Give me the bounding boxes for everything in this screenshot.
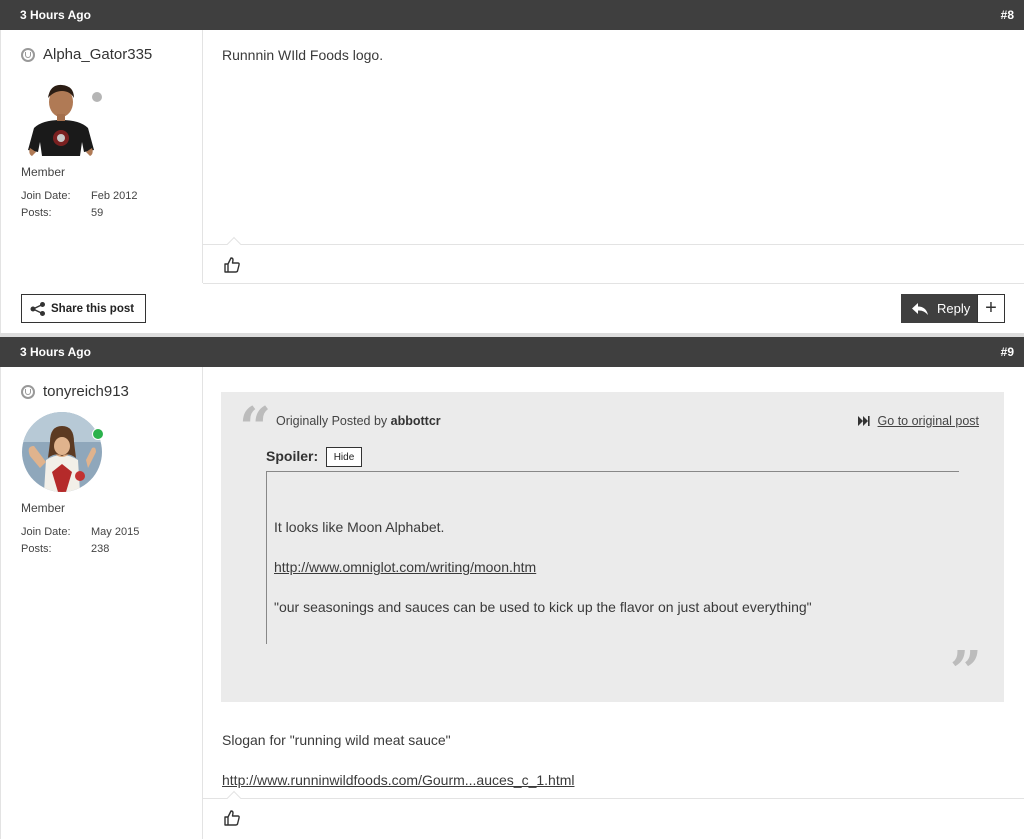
post-body: Runnnin WIld Foods logo. [222,47,384,63]
quote-author[interactable]: abbottcr [391,414,441,428]
post-number[interactable]: #8 [1001,8,1014,22]
share-icon [30,301,45,316]
spoiler-label: Spoiler: [266,448,319,464]
join-date-value: Feb 2012 [91,190,138,202]
originally-posted-by-label: Originally Posted by [276,414,388,428]
username[interactable]: Alpha_Gator335 [43,46,152,63]
join-date-value: May 2015 [91,526,140,538]
username[interactable]: tonyreich913 [43,383,129,400]
fast-forward-icon [857,416,870,426]
spoiler-hide-button[interactable]: Hide [326,447,362,467]
thumbs-up-icon[interactable] [223,809,241,830]
avatar-image [22,412,102,492]
quote-line: "our seasonings and sauces can be used t… [274,599,812,615]
user-meta: Join Date: May 2015 Posts: 238 [21,524,139,558]
online-indicator [92,428,104,440]
posts-count: 59 [91,207,104,219]
reply-icon [912,302,928,315]
join-date-label: Join Date: [21,190,71,202]
reply-label: Reply [937,301,971,316]
share-post-button[interactable]: Share this post [21,294,146,323]
post-header: 3 Hours Ago #8 [0,0,1024,30]
share-label: Share this post [51,302,135,315]
quote-link[interactable]: http://www.omniglot.com/writing/moon.htm [274,559,536,575]
user-status-icon [21,384,35,399]
join-date-label: Join Date: [21,526,71,538]
thumbs-up-icon[interactable] [223,256,241,277]
username-row: Alpha_Gator335 [21,46,152,63]
close-quote-icon: ” [949,639,982,705]
posts-label: Posts: [21,207,52,219]
avatar-image [28,84,94,156]
user-status-icon [21,47,35,62]
post-header: 3 Hours Ago #9 [0,337,1024,367]
reply-button[interactable]: Reply [901,294,977,323]
post-number[interactable]: #9 [1001,345,1014,359]
post-body: Slogan for "running wild meat sauce" htt… [222,720,575,800]
quote-line: It looks like Moon Alphabet. [274,519,445,535]
posts-count: 238 [91,543,110,555]
user-sidebar: Alpha_Gator335 Member Join Date: Feb 2012… [1,30,203,283]
post-body-link[interactable]: http://www.runninwildfoods.com/Gourm...a… [222,772,575,788]
go-to-original-label: Go to original post [877,414,979,428]
post-time: 3 Hours Ago [20,345,91,359]
post-time: 3 Hours Ago [20,8,91,22]
post: Alpha_Gator335 Member Join Date: Feb 2012… [0,30,1024,333]
user-meta: Join Date: Feb 2012 Posts: 59 [21,188,137,222]
quote-block: “ Originally Posted by abbottcr Go to or… [221,392,1004,702]
post-body-line: Slogan for "running wild meat sauce" [222,732,451,748]
like-bar [203,236,1024,284]
user-sidebar: tonyreich913 Member Join Date: May 2015 … [1,367,203,839]
quote-attribution: Originally Posted by abbottcr [276,414,441,428]
avatar[interactable] [22,412,102,495]
user-role: Member [21,165,66,179]
multi-quote-button[interactable]: + [977,294,1005,323]
go-to-original-link[interactable]: Go to original post [857,414,979,428]
like-bar [203,790,1024,839]
spoiler-content: It looks like Moon Alphabet. http://www.… [266,471,959,644]
username-row: tonyreich913 [21,383,129,400]
avatar[interactable] [22,80,100,163]
user-role: Member [21,501,66,515]
offline-indicator [92,92,102,102]
posts-label: Posts: [21,543,52,555]
